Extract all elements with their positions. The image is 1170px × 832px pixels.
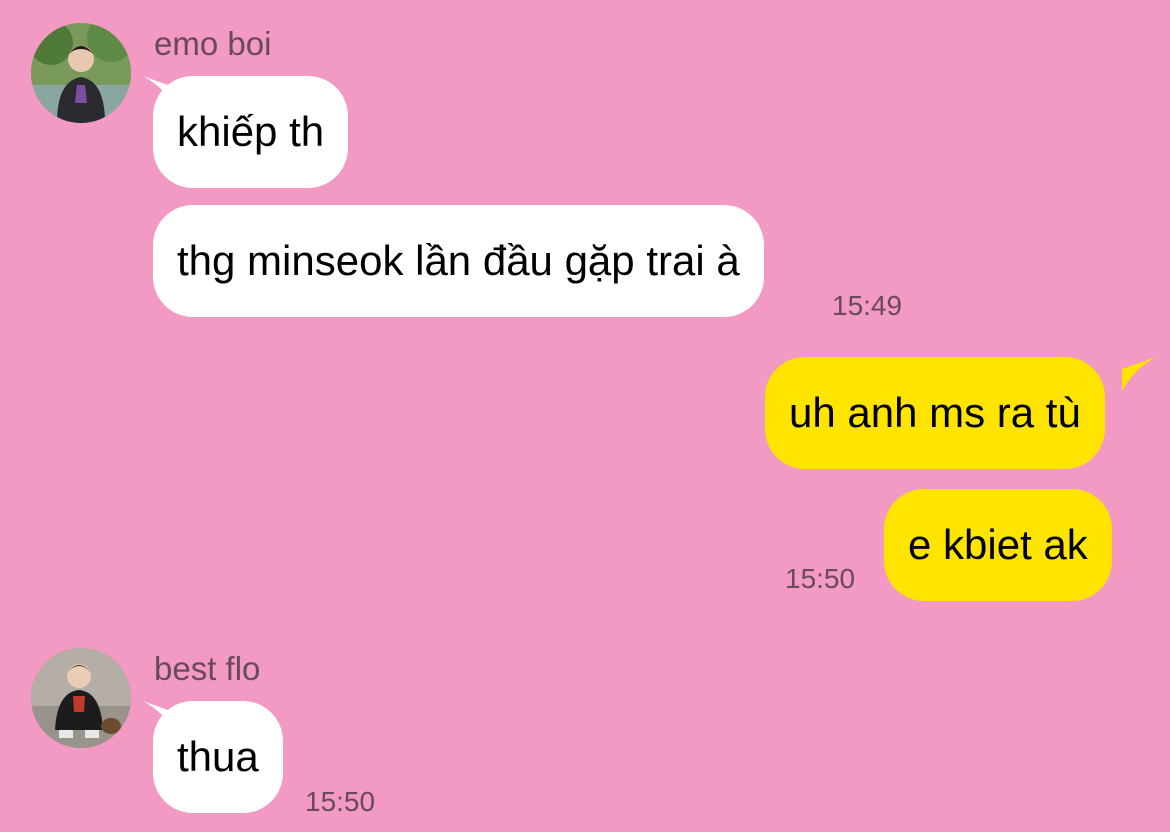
message-timestamp: 15:50 (785, 563, 856, 594)
message-timestamp: 15:50 (305, 786, 376, 817)
avatar-emo-boi-photo (31, 23, 131, 123)
avatar-best-flo-photo (31, 648, 131, 748)
message-bubble[interactable]: thua (153, 701, 283, 813)
message-bubble[interactable]: khiếp th (153, 76, 349, 188)
message-bubble[interactable]: uh anh ms ra tù (765, 357, 1105, 469)
avatar-best-flo[interactable] (31, 648, 131, 748)
sender-name: emo boi (154, 25, 272, 62)
message-bubble[interactable]: e kbiet ak (884, 489, 1112, 601)
outgoing-bubble-tail (1122, 357, 1156, 391)
sender-name: best flo (154, 650, 261, 687)
message-bubble[interactable]: thg minseok lần đầu gặp trai à (153, 205, 764, 317)
chat-area[interactable]: emo boi khiếp th thg minseok lần đầu gặp… (0, 0, 1170, 832)
message-timestamp: 15:49 (832, 290, 903, 321)
avatar-emo-boi[interactable] (31, 23, 131, 123)
